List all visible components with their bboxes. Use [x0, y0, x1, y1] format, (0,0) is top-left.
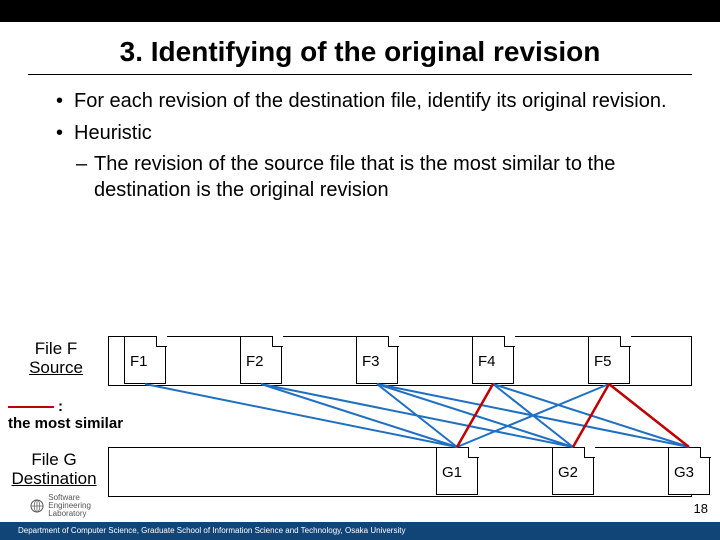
bullet-2-sub: The revision of the source file that is …: [56, 152, 680, 203]
lab-logo: Software Engineering Laboratory: [30, 494, 91, 518]
slide-title: 3. Identifying of the original revision: [0, 36, 720, 68]
footer-text: Department of Computer Science, Graduate…: [18, 526, 405, 535]
footer-bar: Department of Computer Science, Graduate…: [0, 522, 720, 540]
edge-lines: [0, 326, 720, 511]
bullet-1: For each revision of the destination fil…: [56, 89, 680, 115]
bullet-list: For each revision of the destination fil…: [56, 89, 680, 203]
bullet-2: Heuristic: [56, 121, 680, 147]
logo-line3: Laboratory: [48, 509, 86, 518]
title-underline: [28, 74, 692, 75]
page-number: 18: [694, 501, 708, 516]
revision-diagram: File F Source F1 F2 F3 F4 F5 : the most …: [0, 326, 720, 511]
globe-icon: [30, 499, 44, 513]
top-black-bar: [0, 0, 720, 22]
